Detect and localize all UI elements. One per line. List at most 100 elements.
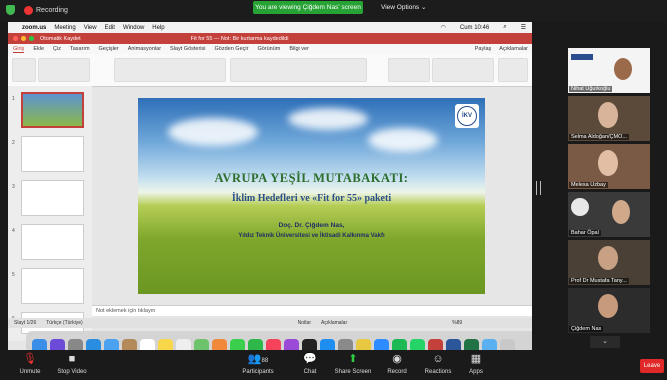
close-icon[interactable] xyxy=(13,36,18,41)
control-center-icon[interactable]: ☰ xyxy=(521,24,526,31)
wifi-icon[interactable]: ◠ xyxy=(441,24,446,31)
menu-zoom[interactable]: zoom.us xyxy=(22,25,46,31)
apps-icon: ▦ xyxy=(470,353,482,365)
participant-name: Prof Dr Mustafa Tany... xyxy=(569,278,629,284)
ribbon-tabs: Giriş Ekle Çiz Tasarım Geçişler Animasyo… xyxy=(8,44,532,54)
participant-tile[interactable]: Çiğdem Nas xyxy=(568,288,650,333)
participant-face xyxy=(598,246,618,270)
status-bar: Slayt 1/26 Türkçe (Türkiye) Notlar Açıkl… xyxy=(8,318,532,328)
panel-resize-handle[interactable] xyxy=(536,181,541,195)
current-slide[interactable]: İKV AVRUPA YEŞİL MUTABAKATI: İklim Hedef… xyxy=(138,98,485,294)
paragraph-group[interactable] xyxy=(230,58,367,82)
tab-home[interactable]: Giriş xyxy=(13,46,25,53)
comments-toggle[interactable]: Açıklamalar xyxy=(321,320,347,326)
slide-number: 2 xyxy=(12,140,15,146)
ppt-title-bar: Otomatik Kaydet Fit for 55 — Not: Bir ku… xyxy=(8,33,532,44)
video-camera-icon: ■ xyxy=(68,353,76,365)
zoom-level[interactable]: %89 xyxy=(452,320,462,326)
shared-screen: zoom.us Meeting View Edit Window Help ◠ … xyxy=(8,22,532,368)
participant-name: Nihat Uğurkoğlu xyxy=(569,86,613,92)
recording-label: Recording xyxy=(36,6,68,14)
slide-number: 1 xyxy=(12,96,15,102)
slide-counter: Slayt 1/26 xyxy=(14,320,37,326)
comments-button[interactable]: Açıklamalar xyxy=(499,46,528,52)
menu-view[interactable]: View xyxy=(84,25,97,31)
ikv-logo: İKV xyxy=(455,104,479,128)
participants-count: 88 xyxy=(261,358,269,364)
participants-label: Participants xyxy=(242,369,274,375)
maximize-icon[interactable] xyxy=(29,36,34,41)
recording-indicator[interactable]: Recording xyxy=(6,5,68,15)
font-group[interactable] xyxy=(114,58,226,82)
tab-insert[interactable]: Ekle xyxy=(33,46,44,52)
drawing-group[interactable] xyxy=(388,58,430,82)
slide-thumb-1[interactable] xyxy=(21,92,84,128)
view-options-button[interactable]: View Options ⌄ xyxy=(381,3,426,11)
tab-slideshow[interactable]: Slayt Gösterisi xyxy=(170,46,205,52)
mac-menubar: zoom.us Meeting View Edit Window Help ◠ … xyxy=(8,22,532,33)
slide-number: 5 xyxy=(12,272,15,278)
slide-thumb-3[interactable] xyxy=(21,180,84,216)
language-indicator[interactable]: Türkçe (Türkiye) xyxy=(46,320,82,326)
tab-draw[interactable]: Çiz xyxy=(53,46,61,52)
cloud xyxy=(368,128,438,152)
notes-toggle[interactable]: Notlar xyxy=(298,320,311,326)
participant-tile[interactable]: Bahar Öpal xyxy=(568,192,650,237)
zoom-top-bar: Recording You are viewing Çiğdem Nas' sc… xyxy=(0,0,667,22)
participant-tile[interactable]: Melesa Uzbay xyxy=(568,144,650,189)
participant-face xyxy=(612,200,630,224)
record-label: Record xyxy=(387,369,407,375)
apps-label: Apps xyxy=(469,369,483,375)
avatar-logo xyxy=(571,198,589,216)
slide-thumb-2[interactable] xyxy=(21,136,84,172)
slides-group[interactable] xyxy=(38,58,90,82)
company-logo xyxy=(571,54,593,60)
cloud xyxy=(288,108,368,130)
minimize-icon[interactable] xyxy=(21,36,26,41)
slide-institution: Yıldız Teknik Üniversitesi ve İktisadi K… xyxy=(238,233,385,239)
tab-design[interactable]: Tasarım xyxy=(70,46,90,52)
search-icon[interactable]: ⌕ xyxy=(503,24,506,31)
security-shield-icon[interactable] xyxy=(6,5,15,15)
stop-video-button[interactable]: ■ Stop Video xyxy=(42,352,102,375)
chevron-down-icon[interactable]: ⌄ xyxy=(590,336,620,348)
participants-button[interactable]: 👥88 Participants xyxy=(228,352,288,375)
menu-window[interactable]: Window xyxy=(123,25,144,31)
tab-transitions[interactable]: Geçişler xyxy=(99,46,119,52)
menu-help[interactable]: Help xyxy=(152,25,164,31)
slide-thumb-4[interactable] xyxy=(21,224,84,260)
tab-view[interactable]: Görünüm xyxy=(257,46,280,52)
mac-clock: Cum 10:46 xyxy=(459,24,490,31)
slide-thumbnails: 1 2 3 4 5 6 xyxy=(8,86,92,341)
window-controls xyxy=(13,36,34,41)
ikv-logo-mark: İKV xyxy=(457,106,477,126)
leave-button[interactable]: Leave xyxy=(640,359,664,373)
participant-tile[interactable]: Prof Dr Mustafa Tany... xyxy=(568,240,650,285)
slide-thumb-5[interactable] xyxy=(21,268,84,304)
notes-pane[interactable]: Not eklemek için tıklayın xyxy=(92,305,532,316)
autosave-label[interactable]: Otomatik Kaydet xyxy=(40,36,81,42)
tab-tell-me[interactable]: Bilgi ver xyxy=(289,46,309,52)
share-button[interactable]: Paylaş xyxy=(475,46,492,52)
tab-review[interactable]: Gözden Geçir xyxy=(215,46,249,52)
slide-number: 3 xyxy=(12,184,15,190)
apps-button[interactable]: ▦ Apps xyxy=(446,352,506,375)
participant-tile[interactable]: Nihat Uğurkoğlu xyxy=(568,48,650,93)
participant-face xyxy=(614,58,632,80)
stop-video-label: Stop Video xyxy=(57,369,87,375)
viewing-banner: You are viewing Çiğdem Nas' screen xyxy=(253,1,363,14)
participant-name: Bahar Öpal xyxy=(569,230,601,236)
meeting-toolbar: 🎙 Unmute ■ Stop Video 👥88 Participants 💬… xyxy=(0,350,667,380)
menu-edit[interactable]: Edit xyxy=(105,25,115,31)
designer-group[interactable] xyxy=(498,58,528,82)
ribbon xyxy=(8,54,532,87)
participant-face xyxy=(598,294,618,318)
arrange-group[interactable] xyxy=(432,58,494,82)
menu-meeting[interactable]: Meeting xyxy=(54,25,75,31)
cloud xyxy=(168,118,258,146)
tab-animations[interactable]: Animasyonlar xyxy=(128,46,161,52)
slide-title: AVRUPA YEŞİL MUTABAKATI: xyxy=(214,171,409,185)
participant-face xyxy=(598,102,618,128)
paste-group[interactable] xyxy=(12,58,36,82)
participant-tile[interactable]: Selma Aldoğan/ÇMO... xyxy=(568,96,650,141)
